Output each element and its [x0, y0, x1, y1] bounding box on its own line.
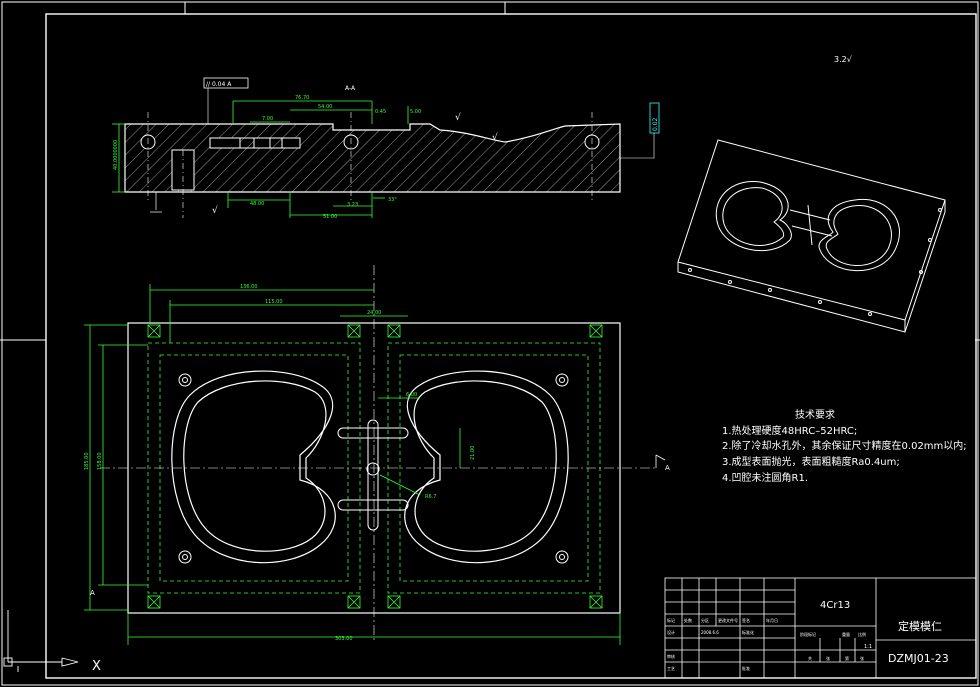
- section-roughness-3: √: [212, 205, 218, 216]
- dim-3-23: 3.23: [347, 202, 358, 208]
- section-label-a-a: A-A: [345, 85, 356, 92]
- right-datum-frame: 0.02: [620, 102, 660, 159]
- tech-req-item-4: 4.凹腔未注圆角R1.: [722, 471, 808, 484]
- cavity-left-inner: [183, 380, 327, 552]
- tb-label-9: 阶段标记: [800, 631, 816, 637]
- top-right-roughness-mark: 3.2√: [834, 55, 853, 64]
- dim-185: 185.00: [84, 453, 90, 471]
- dim-7-00: 7.00: [262, 116, 273, 122]
- tb-label-6: 设计: [667, 629, 675, 635]
- tb-label-8: 标准化: [742, 629, 754, 635]
- corner-mark-6: [387, 324, 401, 338]
- dim-40-height: 40.0000000: [113, 140, 119, 170]
- svg-text:0.02: 0.02: [652, 117, 659, 131]
- dim-51-00: 51.00: [323, 214, 337, 220]
- tech-requirements-title: 技术要求: [795, 408, 835, 421]
- section-mark-left: A: [90, 589, 95, 597]
- dim-303: 303.00: [335, 636, 353, 642]
- tech-req-item-1: 1.热处理硬度48HRC–52HRC;: [722, 424, 857, 437]
- corner-mark-7: [347, 595, 361, 609]
- tech-req-item-3: 3.成型表面抛光，表面粗糙度Ra0.4um;: [722, 455, 900, 468]
- dim-115: 115.00: [265, 299, 283, 305]
- corner-mark-2: [589, 324, 603, 338]
- section-roughness-2: √: [492, 132, 498, 143]
- tb-label-1: 处数: [684, 617, 692, 623]
- dim-24: 24.00: [367, 310, 381, 316]
- dim-6: 6.00: [406, 392, 417, 398]
- dim-48-00: 48.00: [250, 201, 264, 207]
- dim-158: 158.00: [97, 453, 103, 471]
- screw-hole-bl: [178, 550, 192, 564]
- drawing-frame: [0, 1, 980, 686]
- isometric-view: [677, 139, 946, 333]
- dim-5-00: 5.00: [410, 109, 421, 115]
- corner-mark-4: [589, 595, 603, 609]
- dim-21: 21.00: [470, 446, 476, 460]
- tb-label-3: 更改文件号: [718, 617, 738, 623]
- tb-label-10: 重量: [842, 631, 850, 637]
- tb-label-7: 2008.6.6: [701, 630, 719, 635]
- scale-value: 1:1: [864, 644, 872, 650]
- tb-label-13: 工艺: [667, 666, 675, 671]
- tb-label-12: 审核: [667, 653, 675, 659]
- section-water-channel: [209, 137, 301, 149]
- part-name: 定模模仁: [898, 619, 942, 633]
- tb-label-2: 分区: [701, 617, 709, 623]
- tb-label-14: 批准: [742, 665, 750, 671]
- cavity-right-outer: [404, 370, 569, 564]
- ucs-icon: [3, 610, 79, 672]
- tb-label-11: 比例: [858, 631, 866, 637]
- runner-top: [337, 427, 409, 439]
- dim-136: 136.00: [240, 284, 258, 290]
- cad-drawing-canvas[interactable]: 76.70 54.00 7.00 48.00 51.00 3.23 33° 0.…: [0, 0, 980, 687]
- sprue: [366, 462, 380, 476]
- tb-label-5: 年月日: [766, 617, 778, 623]
- runner-bottom: [337, 499, 409, 511]
- dim-0-45: 0.45: [375, 109, 386, 115]
- dim-76-70: 76.70: [295, 95, 309, 101]
- dim-r6-7: R6.7: [425, 494, 436, 500]
- tb-label-17: 第: [845, 655, 849, 661]
- tb-label-18: 张: [860, 655, 864, 661]
- tb-label-15: 共: [808, 655, 812, 661]
- ucs-x-label: X: [92, 659, 101, 674]
- dim-angle-33: 33°: [388, 197, 397, 203]
- section-view: 76.70 54.00 7.00 48.00 51.00 3.23 33° 0.…: [112, 77, 660, 220]
- drawing-number: DZMJ01-23: [888, 652, 949, 665]
- tb-label-16: 张: [826, 655, 830, 661]
- tech-req-item-2: 2.除了冷却水孔外，其余保证尺寸精度在0.02mm以内;: [722, 439, 967, 452]
- section-roughness-1: √: [455, 112, 461, 123]
- tb-label-0: 标记: [667, 617, 675, 623]
- corner-mark-3: [147, 595, 161, 609]
- title-block-text: 4Cr13 定模模仁 DZMJ01-23 1:1 标记 处数 分区 更改文件号 …: [667, 600, 949, 671]
- tb-label-4: 签名: [742, 617, 750, 623]
- datum-a-symbol: [150, 192, 162, 213]
- material-label: 4Cr13: [820, 600, 850, 611]
- cavity-right-inner: [413, 380, 557, 552]
- svg-text:// 0.04 A: // 0.04 A: [206, 81, 232, 88]
- section-mark-right: A: [665, 464, 670, 472]
- section-arrow-right: [655, 454, 666, 468]
- dim-54-00: 54.00: [318, 104, 332, 110]
- corner-mark-5: [347, 324, 361, 338]
- corner-mark-1: [147, 324, 161, 338]
- cavity-left-outer: [171, 370, 336, 564]
- tech-requirements: 技术要求 1.热处理硬度48HRC–52HRC; 2.除了冷却水孔外，其余保证尺…: [722, 408, 967, 484]
- section-body: [124, 123, 621, 193]
- plan-view: 136.00 115.00 24.00 185.00 158.00 21.00 …: [84, 265, 670, 645]
- screw-hole-tl: [178, 373, 192, 387]
- screw-hole-br: [555, 550, 569, 564]
- corner-mark-8: [387, 595, 401, 609]
- screw-hole-tr: [555, 373, 569, 387]
